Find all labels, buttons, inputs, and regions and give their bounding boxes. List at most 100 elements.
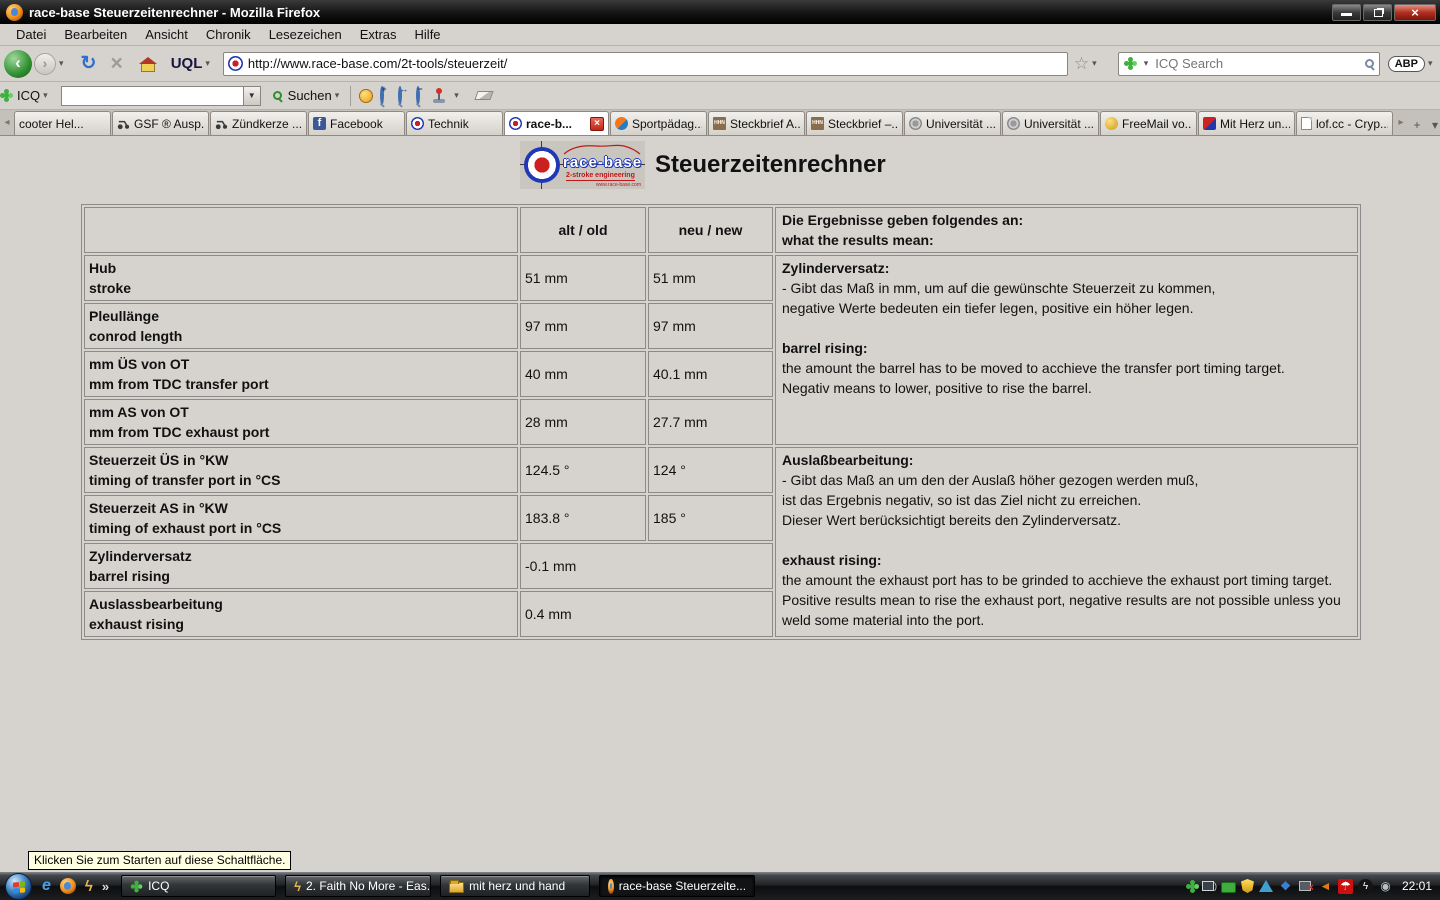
tab-list-dropdown-icon[interactable]: ▾: [1426, 115, 1440, 135]
joystick-icon[interactable]: [433, 89, 445, 103]
icq-search-combobox[interactable]: ▼: [61, 86, 261, 106]
icq-toolbar: ICQ ▾ ▼ Suchen ▾ + ↔ − ▾: [0, 82, 1440, 110]
tab-facebook[interactable]: Facebook: [308, 111, 405, 135]
page-icon: [1301, 117, 1312, 130]
pinwheel-tray-icon[interactable]: ❖: [1278, 879, 1293, 894]
tab-scooter[interactable]: cooter Hel...: [14, 111, 111, 135]
tab-freemail[interactable]: FreeMail vo...: [1100, 111, 1197, 135]
tab-steckbrief-b[interactable]: Steckbrief –...: [806, 111, 903, 135]
new-tab-button[interactable]: +: [1408, 115, 1426, 135]
race-base-logo: race-base 2-stroke engineering www.race-…: [520, 141, 645, 189]
zoom-in-icon[interactable]: +: [380, 88, 384, 103]
suchen-magnifier-icon[interactable]: [273, 91, 282, 100]
menu-hilfe[interactable]: Hilfe: [407, 25, 449, 44]
timing-table: alt / old neu / new Die Ergebnisse geben…: [81, 204, 1361, 640]
combo-dropdown-icon[interactable]: ▼: [243, 87, 260, 105]
title-bar: race-base Steuerzeitenrechner - Mozilla …: [0, 0, 1440, 24]
menu-ansicht[interactable]: Ansicht: [137, 25, 196, 44]
network-pc-tray-icon[interactable]: [1221, 882, 1236, 893]
url-input[interactable]: [248, 56, 1063, 71]
tab-zuendkerze[interactable]: Zündkerze ...: [210, 111, 307, 135]
tab-sportpaedagogik[interactable]: Sportpädag...: [610, 111, 707, 135]
quicklaunch-overflow-icon[interactable]: »: [102, 879, 109, 894]
taskbar-button-firefox[interactable]: race-base Steuerzeite...: [599, 875, 755, 897]
start-button-tooltip: Klicken Sie zum Starten auf diese Schalt…: [28, 851, 291, 870]
icq-menu-button[interactable]: ICQ: [17, 88, 40, 103]
tab-scroll-right-icon[interactable]: ▸: [1394, 111, 1408, 135]
suchen-dropdown-icon[interactable]: ▾: [332, 90, 343, 101]
zoom-fit-icon[interactable]: ↔: [398, 88, 402, 103]
close-tab-icon[interactable]: ×: [590, 117, 604, 131]
search-input[interactable]: [1155, 56, 1360, 71]
tab-race-base-active[interactable]: race-b...×: [504, 111, 609, 135]
history-dropdown-icon[interactable]: ▾: [56, 58, 67, 69]
taskbar-button-icq[interactable]: ICQ: [121, 875, 276, 897]
taskbar-clock[interactable]: 22:01: [1402, 879, 1432, 893]
roundel-icon: [524, 147, 560, 183]
icq-engine-icon[interactable]: [1128, 61, 1133, 66]
location-bar[interactable]: [223, 52, 1068, 76]
icq-tray-icon[interactable]: [1181, 879, 1196, 894]
bookmark-dropdown-icon[interactable]: ▾: [1089, 58, 1100, 69]
display-tray-icon[interactable]: [1201, 879, 1216, 894]
internet-explorer-icon[interactable]: e: [42, 877, 51, 895]
volume-tray-icon[interactable]: ◄: [1318, 879, 1333, 894]
system-tray: ❖ ◄ ☂ ϟ ◉ 22:01: [1181, 879, 1440, 894]
refresh-button[interactable]: ↻: [81, 52, 97, 75]
forward-button[interactable]: ›: [34, 53, 56, 75]
mit-herz-icon: [1203, 117, 1216, 130]
adblock-plus-button[interactable]: ABP: [1388, 56, 1425, 72]
uql-dropdown-icon[interactable]: ▾: [202, 58, 213, 69]
taskbar-button-winamp[interactable]: ϟ2. Faith No More - Eas...: [285, 875, 431, 897]
value-old: 124.5 °: [520, 447, 646, 493]
avira-umbrella-icon[interactable]: ☂: [1338, 879, 1353, 894]
taskbar-button-folder[interactable]: mit herz und hand: [440, 875, 590, 897]
table-row: Steuerzeit ÜS in °KWtiming of transfer p…: [84, 447, 1358, 493]
value-new: 27.7 mm: [648, 399, 773, 445]
lightning-tray-icon[interactable]: ϟ: [1358, 879, 1373, 894]
menu-bearbeiten[interactable]: Bearbeiten: [56, 25, 135, 44]
security-shield-icon[interactable]: [1241, 879, 1254, 893]
icq-search-input[interactable]: [62, 87, 243, 105]
uql-extension-button[interactable]: UQL: [171, 55, 203, 72]
stop-button[interactable]: ×: [110, 54, 122, 74]
firefox-icon: [6, 4, 23, 21]
search-engine-dropdown-icon[interactable]: ▾: [1141, 58, 1152, 69]
tab-mit-herz[interactable]: Mit Herz un...: [1198, 111, 1295, 135]
tab-universitaet-2[interactable]: Universität ...: [1002, 111, 1099, 135]
winamp-icon[interactable]: ϟ: [85, 878, 93, 895]
search-box[interactable]: ▾: [1118, 52, 1380, 76]
value-old: 97 mm: [520, 303, 646, 349]
back-button[interactable]: ‹: [4, 50, 32, 78]
menu-lesezeichen[interactable]: Lesezeichen: [261, 25, 350, 44]
search-magnifier-icon[interactable]: [1365, 59, 1374, 68]
graphics-tray-icon[interactable]: [1259, 880, 1273, 892]
home-button[interactable]: [141, 63, 155, 72]
minimize-button[interactable]: [1332, 4, 1361, 21]
winamp-icon: ϟ: [294, 879, 301, 894]
smiley-icon[interactable]: [359, 89, 373, 103]
race-base-favicon: [509, 117, 522, 130]
tab-gsf[interactable]: GSF ® Ausp...: [112, 111, 209, 135]
menu-extras[interactable]: Extras: [352, 25, 405, 44]
joystick-dropdown-icon[interactable]: ▾: [451, 90, 462, 101]
suchen-button[interactable]: Suchen: [288, 88, 332, 103]
tab-universitaet-1[interactable]: Universität ...: [904, 111, 1001, 135]
bookmark-star-icon[interactable]: ☆: [1074, 54, 1089, 74]
firefox-quicklaunch-icon[interactable]: [60, 878, 76, 894]
close-button[interactable]: ×: [1394, 4, 1436, 21]
eraser-icon[interactable]: [474, 91, 493, 100]
abp-dropdown-icon[interactable]: ▾: [1425, 58, 1436, 69]
menu-datei[interactable]: Datei: [8, 25, 54, 44]
offline-network-icon[interactable]: [1298, 879, 1313, 894]
start-button[interactable]: [5, 873, 32, 900]
zoom-out-icon[interactable]: −: [416, 88, 420, 103]
audio-device-tray-icon[interactable]: ◉: [1378, 879, 1393, 894]
icq-dropdown-icon[interactable]: ▾: [40, 90, 51, 101]
tab-scroll-left-icon[interactable]: ◂: [0, 111, 14, 135]
restore-button[interactable]: [1363, 4, 1392, 21]
tab-technik[interactable]: Technik: [406, 111, 503, 135]
menu-chronik[interactable]: Chronik: [198, 25, 259, 44]
tab-lof-cc[interactable]: lof.cc - Cryp...: [1296, 111, 1393, 135]
tab-steckbrief-a[interactable]: Steckbrief A...: [708, 111, 805, 135]
